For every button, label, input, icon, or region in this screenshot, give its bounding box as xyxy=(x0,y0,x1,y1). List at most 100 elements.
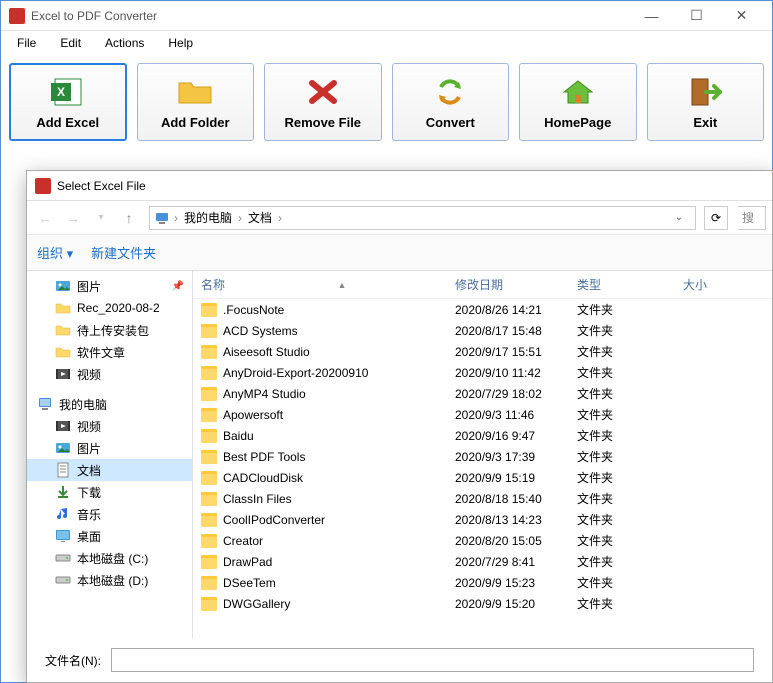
add-excel-label: Add Excel xyxy=(36,115,99,130)
maximize-button[interactable]: ☐ xyxy=(674,2,719,30)
convert-button[interactable]: Convert xyxy=(392,63,510,141)
sidebar-item-8[interactable]: 图片 xyxy=(27,437,192,459)
sidebar-item-label: 待上传安装包 xyxy=(77,322,149,339)
sidebar-item-1[interactable]: Rec_2020-08-2 xyxy=(27,297,192,319)
sidebar-item-4[interactable]: 视频 xyxy=(27,363,192,385)
file-row[interactable]: DWGGallery2020/9/9 15:20文件夹 xyxy=(193,593,772,614)
excel-icon: X xyxy=(49,75,87,109)
file-name: DWGGallery xyxy=(223,597,290,611)
downloads-icon xyxy=(55,484,71,500)
file-row[interactable]: Apowersoft2020/9/3 11:46文件夹 xyxy=(193,404,772,425)
file-row[interactable]: CADCloudDisk2020/9/9 15:19文件夹 xyxy=(193,467,772,488)
sidebar-item-3[interactable]: 软件文章 xyxy=(27,341,192,363)
col-date-header[interactable]: 修改日期 xyxy=(455,276,577,293)
new-folder-button[interactable]: 新建文件夹 xyxy=(91,243,156,262)
refresh-button[interactable]: ⟳ xyxy=(704,206,728,230)
file-name: Aiseesoft Studio xyxy=(223,345,310,359)
sidebar-item-7[interactable]: 视频 xyxy=(27,415,192,437)
videos-icon xyxy=(55,366,71,382)
nav-forward-button[interactable]: → xyxy=(61,206,85,230)
sidebar-item-13[interactable]: 本地磁盘 (C:) xyxy=(27,547,192,569)
homepage-button[interactable]: HomePage xyxy=(519,63,637,141)
folder-icon xyxy=(176,75,214,109)
nav-up-button[interactable]: ↑ xyxy=(117,206,141,230)
address-dropdown[interactable]: ⌄ xyxy=(667,206,691,230)
file-date: 2020/8/17 15:48 xyxy=(455,324,577,338)
sidebar-item-2[interactable]: 待上传安装包 xyxy=(27,319,192,341)
sidebar-item-label: 音乐 xyxy=(77,506,101,523)
file-type: 文件夹 xyxy=(577,406,683,423)
breadcrumb-sep: › xyxy=(278,211,282,225)
file-date: 2020/9/3 17:39 xyxy=(455,450,577,464)
home-icon xyxy=(559,75,597,109)
file-date: 2020/7/29 8:41 xyxy=(455,555,577,569)
sidebar-item-11[interactable]: 音乐 xyxy=(27,503,192,525)
file-row[interactable]: ACD Systems2020/8/17 15:48文件夹 xyxy=(193,320,772,341)
file-row[interactable]: DSeeTem2020/9/9 15:23文件夹 xyxy=(193,572,772,593)
add-excel-button[interactable]: X Add Excel xyxy=(9,63,127,141)
add-folder-label: Add Folder xyxy=(161,115,230,130)
file-type: 文件夹 xyxy=(577,364,683,381)
remove-icon xyxy=(304,75,342,109)
file-type: 文件夹 xyxy=(577,595,683,612)
file-row[interactable]: Best PDF Tools2020/9/3 17:39文件夹 xyxy=(193,446,772,467)
col-name-header[interactable]: 名称 ▲ xyxy=(201,276,455,293)
file-row[interactable]: .FocusNote2020/8/26 14:21文件夹 xyxy=(193,299,772,320)
breadcrumb-sep: › xyxy=(238,211,242,225)
remove-file-button[interactable]: Remove File xyxy=(264,63,382,141)
crumb-pc[interactable]: 我的电脑 xyxy=(182,207,234,228)
close-button[interactable]: ✕ xyxy=(719,2,764,30)
col-type-header[interactable]: 类型 xyxy=(577,276,683,293)
search-box-stub[interactable]: 搜 xyxy=(738,206,766,230)
menu-file[interactable]: File xyxy=(5,33,48,53)
app-icon xyxy=(9,8,25,24)
sidebar-item-label: 下载 xyxy=(77,484,101,501)
sidebar-item-label: 视频 xyxy=(77,418,101,435)
sidebar-item-label: 图片 xyxy=(77,440,101,457)
file-date: 2020/9/9 15:23 xyxy=(455,576,577,590)
menubar: File Edit Actions Help xyxy=(1,31,772,55)
col-size-header[interactable]: 大小 xyxy=(683,276,772,293)
file-type: 文件夹 xyxy=(577,385,683,402)
drive-icon xyxy=(55,572,71,588)
file-row[interactable]: CoolIPodConverter2020/8/13 14:23文件夹 xyxy=(193,509,772,530)
menu-edit[interactable]: Edit xyxy=(48,33,93,53)
exit-icon xyxy=(686,75,724,109)
file-row[interactable]: Baidu2020/9/16 9:47文件夹 xyxy=(193,425,772,446)
menu-help[interactable]: Help xyxy=(156,33,205,53)
crumb-docs[interactable]: 文档 xyxy=(246,207,274,228)
sidebar-item-9[interactable]: 文档 xyxy=(27,459,192,481)
file-row[interactable]: AnyMP4 Studio2020/7/29 18:02文件夹 xyxy=(193,383,772,404)
file-row[interactable]: ClassIn Files2020/8/18 15:40文件夹 xyxy=(193,488,772,509)
exit-button[interactable]: Exit xyxy=(647,63,765,141)
folder-icon xyxy=(201,576,217,590)
file-row[interactable]: DrawPad2020/7/29 8:41文件夹 xyxy=(193,551,772,572)
folder-icon xyxy=(201,450,217,464)
folder-icon xyxy=(201,324,217,338)
pc-path-icon xyxy=(154,210,170,226)
minimize-button[interactable]: — xyxy=(629,2,674,30)
menu-actions[interactable]: Actions xyxy=(93,33,156,53)
file-date: 2020/9/16 9:47 xyxy=(455,429,577,443)
file-row[interactable]: Aiseesoft Studio2020/9/17 15:51文件夹 xyxy=(193,341,772,362)
sidebar-item-6[interactable]: 我的电脑 xyxy=(27,393,192,415)
filename-input[interactable] xyxy=(111,648,754,672)
file-type: 文件夹 xyxy=(577,511,683,528)
convert-label: Convert xyxy=(426,115,475,130)
nav-back-button[interactable]: ← xyxy=(33,206,57,230)
file-row[interactable]: Creator2020/8/20 15:05文件夹 xyxy=(193,530,772,551)
file-type: 文件夹 xyxy=(577,448,683,465)
folder-icon xyxy=(201,513,217,527)
organize-menu[interactable]: 组织 ▾ xyxy=(37,243,73,262)
file-name: CoolIPodConverter xyxy=(223,513,325,527)
sidebar-item-14[interactable]: 本地磁盘 (D:) xyxy=(27,569,192,591)
file-name: Apowersoft xyxy=(223,408,283,422)
folder-icon xyxy=(201,387,217,401)
file-row[interactable]: AnyDroid-Export-202009102020/9/10 11:42文… xyxy=(193,362,772,383)
add-folder-button[interactable]: Add Folder xyxy=(137,63,255,141)
nav-recent-button[interactable]: ▾ xyxy=(89,206,113,230)
sidebar-item-12[interactable]: 桌面 xyxy=(27,525,192,547)
sidebar-item-10[interactable]: 下载 xyxy=(27,481,192,503)
address-bar[interactable]: › 我的电脑 › 文档 › ⌄ xyxy=(149,206,696,230)
sidebar-item-0[interactable]: 图片📌 xyxy=(27,275,192,297)
